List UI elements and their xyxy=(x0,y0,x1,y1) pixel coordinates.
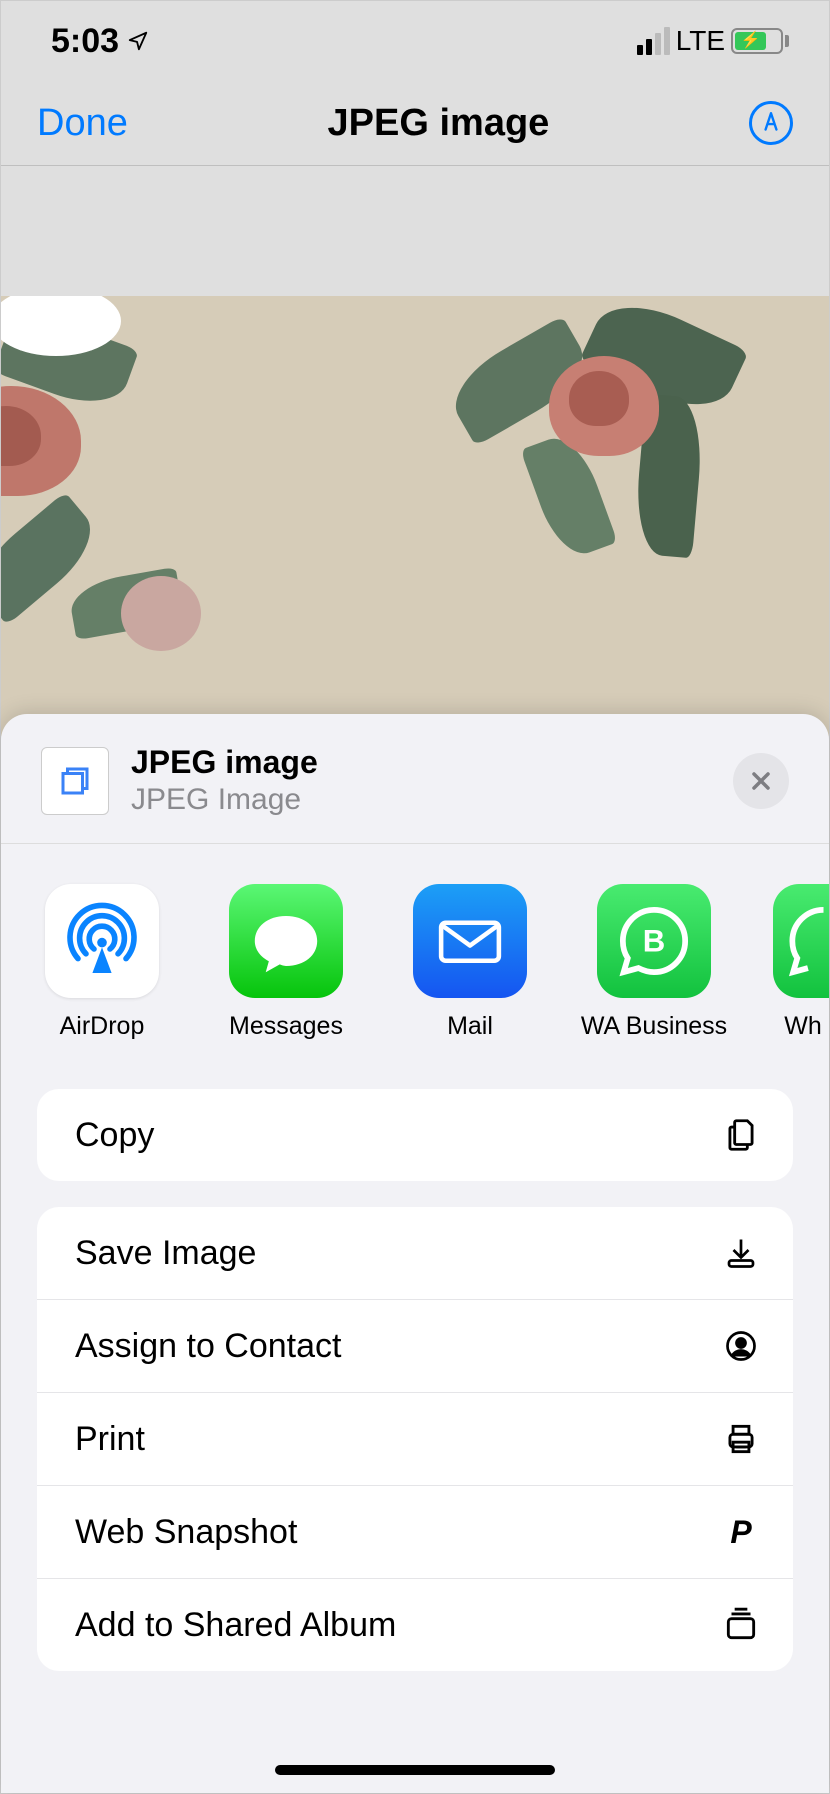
share-header: JPEG image JPEG Image xyxy=(1,714,829,844)
messages-icon xyxy=(229,884,343,998)
copy-icon xyxy=(721,1115,761,1155)
action-web-snapshot[interactable]: Web Snapshot P xyxy=(37,1485,793,1578)
airdrop-icon xyxy=(45,884,159,998)
close-icon xyxy=(749,769,773,793)
home-indicator[interactable] xyxy=(275,1765,555,1775)
status-bar: 5:03 LTE ⚡ xyxy=(1,1,829,81)
share-item-title: JPEG image xyxy=(131,744,733,781)
web-snapshot-icon: P xyxy=(721,1512,761,1552)
action-print[interactable]: Print xyxy=(37,1392,793,1485)
cellular-signal-icon xyxy=(637,27,670,55)
status-indicators: LTE ⚡ xyxy=(637,25,789,57)
share-app-whatsapp[interactable]: Wh xyxy=(773,884,829,1041)
action-label: Save Image xyxy=(75,1234,256,1273)
share-sheet: JPEG image JPEG Image AirDrop xyxy=(1,714,829,1793)
share-actions: Copy Save Image Assign to Contact Pr xyxy=(1,1071,829,1671)
app-label: AirDrop xyxy=(60,1012,145,1041)
contact-icon xyxy=(721,1326,761,1366)
mail-icon xyxy=(413,884,527,998)
share-app-airdrop[interactable]: AirDrop xyxy=(37,884,167,1041)
share-apps-row[interactable]: AirDrop Messages Mail B WA Business xyxy=(1,844,829,1071)
action-group-copy: Copy xyxy=(37,1089,793,1181)
action-add-shared-album[interactable]: Add to Shared Album xyxy=(37,1578,793,1671)
share-app-wa-business[interactable]: B WA Business xyxy=(589,884,719,1041)
action-group-main: Save Image Assign to Contact Print Web S… xyxy=(37,1207,793,1671)
markup-button[interactable] xyxy=(749,101,793,145)
action-label: Print xyxy=(75,1420,145,1459)
app-label: Wh xyxy=(784,1012,822,1041)
whatsapp-business-icon: B xyxy=(597,884,711,998)
printer-icon xyxy=(721,1419,761,1459)
whatsapp-icon xyxy=(773,884,829,998)
document-stack-icon xyxy=(57,763,93,799)
network-label: LTE xyxy=(676,25,725,57)
done-button[interactable]: Done xyxy=(37,102,128,145)
share-app-messages[interactable]: Messages xyxy=(221,884,351,1041)
svg-text:B: B xyxy=(643,924,666,959)
action-copy[interactable]: Copy xyxy=(37,1089,793,1181)
share-thumbnail xyxy=(41,747,109,815)
action-assign-contact[interactable]: Assign to Contact xyxy=(37,1299,793,1392)
action-label: Add to Shared Album xyxy=(75,1606,396,1645)
app-label: Mail xyxy=(447,1012,493,1041)
app-label: WA Business xyxy=(581,1012,727,1041)
navigation-bar: Done JPEG image xyxy=(1,81,829,166)
action-label: Web Snapshot xyxy=(75,1513,297,1552)
page-title: JPEG image xyxy=(328,102,550,145)
share-item-subtitle: JPEG Image xyxy=(131,783,733,817)
location-icon xyxy=(127,30,149,52)
action-save-image[interactable]: Save Image xyxy=(37,1207,793,1299)
preview-image[interactable] xyxy=(1,296,829,736)
download-icon xyxy=(721,1233,761,1273)
time-text: 5:03 xyxy=(51,22,119,61)
shared-album-icon xyxy=(721,1605,761,1645)
share-app-mail[interactable]: Mail xyxy=(405,884,535,1041)
image-preview-area xyxy=(1,166,829,736)
action-label: Copy xyxy=(75,1116,154,1155)
battery-icon: ⚡ xyxy=(731,28,789,54)
close-button[interactable] xyxy=(733,753,789,809)
action-label: Assign to Contact xyxy=(75,1327,341,1366)
status-time: 5:03 xyxy=(51,22,149,61)
app-label: Messages xyxy=(229,1012,343,1041)
